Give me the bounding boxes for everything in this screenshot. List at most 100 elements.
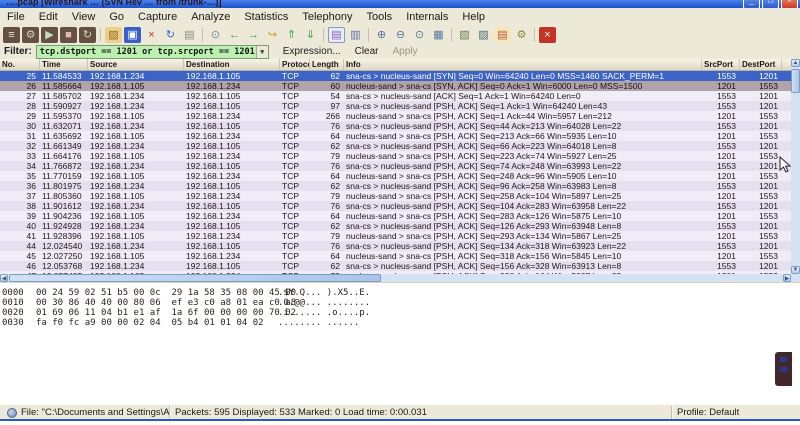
column-header-dstport[interactable]: DestPort: [740, 59, 782, 70]
packet-row-39[interactable]: 3911.904236192.168.1.105192.168.1.234TCP…: [0, 211, 791, 221]
menu-go[interactable]: Go: [102, 8, 131, 25]
menu-help[interactable]: Help: [455, 8, 492, 25]
find-packet-icon[interactable]: ⊙: [207, 27, 224, 43]
display-filter-icon[interactable]: ▨: [475, 27, 492, 43]
zoom-100-icon[interactable]: ⊙: [411, 27, 428, 43]
scroll-right-button[interactable]: ▶: [783, 274, 791, 282]
menu-tools[interactable]: Tools: [360, 8, 400, 25]
packet-row-41[interactable]: 4111.928396192.168.1.105192.168.1.234TCP…: [0, 231, 791, 241]
packet-row-44[interactable]: 4412.024540192.168.1.234192.168.1.105TCP…: [0, 241, 791, 251]
packet-row-40[interactable]: 4011.924928192.168.1.234192.168.1.105TCP…: [0, 221, 791, 231]
go-back-icon[interactable]: ←: [226, 27, 243, 43]
packet-row-38[interactable]: 3811.901612192.168.1.234192.168.1.105TCP…: [0, 201, 791, 211]
packet-row-35[interactable]: 3511.770159192.168.1.105192.168.1.234TCP…: [0, 171, 791, 181]
menu-view[interactable]: View: [65, 8, 103, 25]
scroll-left-button[interactable]: ◀: [0, 274, 8, 282]
packet-row-28[interactable]: 2811.590927192.168.1.234192.168.1.105TCP…: [0, 101, 791, 111]
column-header-info[interactable]: Info: [344, 59, 702, 70]
menu-file[interactable]: File: [0, 8, 32, 25]
packet-row-46[interactable]: 4612.053768192.168.1.234192.168.1.105TCP…: [0, 261, 791, 271]
packet-bytes-pane[interactable]: 000000 24 59 02 51 b5 00 0c 29 1a 58 35 …: [0, 282, 800, 342]
open-file-icon[interactable]: ▨: [105, 27, 122, 43]
column-header-src[interactable]: Source: [88, 59, 184, 70]
coloring-rules-icon[interactable]: ▤: [494, 27, 511, 43]
minimize-button[interactable]: _: [743, 0, 760, 8]
packet-row-31[interactable]: 3111.635692192.168.1.105192.168.1.234TCP…: [0, 131, 791, 141]
maximize-button[interactable]: □: [762, 0, 779, 8]
packet-row-34[interactable]: 3411.766872192.168.1.234192.168.1.105TCP…: [0, 161, 791, 171]
hex-line-0000[interactable]: 000000 24 59 02 51 b5 00 0c 29 1a 58 35 …: [0, 288, 800, 298]
print-icon[interactable]: ▤: [181, 27, 198, 43]
help-icon[interactable]: ×: [539, 27, 556, 43]
column-header-no[interactable]: No.: [0, 59, 40, 70]
horizontal-scrollbar[interactable]: ◀ ▶: [0, 274, 791, 282]
hex-ascii: .i...... .o....p.: [278, 308, 370, 318]
status-profile-section[interactable]: Profile: Default: [672, 406, 800, 419]
zoom-in-icon[interactable]: ⊕: [373, 27, 390, 43]
column-header-len[interactable]: Length: [310, 59, 344, 70]
column-header-dst[interactable]: Destination: [184, 59, 280, 70]
packet-row-25[interactable]: 2511.584533192.168.1.234192.168.1.105TCP…: [0, 71, 791, 81]
column-header-proto[interactable]: Protocol: [280, 59, 310, 70]
close-file-icon[interactable]: ×: [143, 27, 160, 43]
packet-row-45[interactable]: 4512.027250192.168.1.105192.168.1.234TCP…: [0, 251, 791, 261]
go-to-top-icon[interactable]: ⇑: [283, 27, 300, 43]
capture-stop-icon[interactable]: ■: [60, 27, 77, 43]
capture-start-icon[interactable]: ▶: [41, 27, 58, 43]
expression-button[interactable]: Expression...: [283, 46, 341, 57]
scroll-up-button[interactable]: ▲: [791, 59, 800, 67]
save-file-icon[interactable]: ▣: [124, 27, 141, 43]
column-header-srcport[interactable]: SrcPort: [702, 59, 740, 70]
hex-line-0020[interactable]: 002001 69 06 11 04 b1 e1 af 1a 6f 00 00 …: [0, 308, 800, 318]
cell-dst: 192.168.1.105: [184, 181, 280, 191]
preferences-icon[interactable]: ⚙: [513, 27, 530, 43]
menu-analyze[interactable]: Analyze: [184, 8, 237, 25]
capture-options-icon[interactable]: ⚙: [22, 27, 39, 43]
expert-info-icon[interactable]: [7, 408, 17, 418]
packet-row-30[interactable]: 3011.632071192.168.1.234192.168.1.105TCP…: [0, 121, 791, 131]
hex-ascii: ........ ......: [278, 318, 359, 328]
go-forward-icon[interactable]: →: [245, 27, 262, 43]
filter-dropdown-icon[interactable]: ▼: [256, 46, 268, 58]
resize-columns-icon[interactable]: ▦: [430, 27, 447, 43]
capture-restart-icon[interactable]: ↻: [79, 27, 96, 43]
cell-dstport: 1201: [740, 241, 782, 251]
packet-row-33[interactable]: 3311.664176192.168.1.105192.168.1.234TCP…: [0, 151, 791, 161]
packet-row-36[interactable]: 3611.801975192.168.1.234192.168.1.105TCP…: [0, 181, 791, 191]
menu-edit[interactable]: Edit: [32, 8, 65, 25]
menu-internals[interactable]: Internals: [399, 8, 455, 25]
menu-telephony[interactable]: Telephony: [295, 8, 359, 25]
zoom-out-icon[interactable]: ⊖: [392, 27, 409, 43]
packet-row-27[interactable]: 2711.585702192.168.1.234192.168.1.105TCP…: [0, 91, 791, 101]
packet-row-32[interactable]: 3211.661349192.168.1.234192.168.1.105TCP…: [0, 141, 791, 151]
capture-filter-icon[interactable]: ▧: [456, 27, 473, 43]
cell-len: 62: [310, 221, 344, 231]
apply-button[interactable]: Apply: [393, 46, 418, 57]
filter-input[interactable]: tcp.dstport == 1201 or tcp.srcport == 12…: [36, 45, 269, 59]
vertical-scroll-thumb[interactable]: [791, 69, 800, 93]
auto-scroll-icon[interactable]: ▥: [347, 27, 364, 43]
colorize-icon[interactable]: ▤: [328, 27, 345, 43]
menu-capture[interactable]: Capture: [131, 8, 184, 25]
cell-dstport: 1201: [740, 141, 782, 151]
column-header-time[interactable]: Time: [40, 59, 88, 70]
vertical-scrollbar[interactable]: ▲ ▼: [791, 59, 800, 274]
hex-line-0010[interactable]: 001000 30 86 40 40 00 80 06 ef e3 c0 a8 …: [0, 298, 800, 308]
go-to-packet-icon[interactable]: ↪: [264, 27, 281, 43]
scroll-down-button[interactable]: ▼: [791, 266, 800, 274]
packet-row-29[interactable]: 2911.595370192.168.1.105192.168.1.234TCP…: [0, 111, 791, 121]
status-file-section[interactable]: File: "C:\Documents and Settings\Adminis…: [0, 406, 170, 419]
reload-icon[interactable]: ↻: [162, 27, 179, 43]
clear-button[interactable]: Clear: [355, 46, 379, 57]
cell-proto: TCP: [280, 221, 310, 231]
cell-no: 26: [0, 81, 40, 91]
interface-list-icon[interactable]: ≡: [3, 27, 20, 43]
packet-row-26[interactable]: 2611.585664192.168.1.105192.168.1.234TCP…: [0, 81, 791, 91]
packet-row-37[interactable]: 3711.805360192.168.1.105192.168.1.234TCP…: [0, 191, 791, 201]
hex-line-0030[interactable]: 0030fa f0 fc a9 00 00 02 04 05 b4 01 01 …: [0, 318, 800, 328]
menu-statistics[interactable]: Statistics: [237, 8, 295, 25]
toolbar-separator: [100, 28, 101, 42]
horizontal-scroll-thumb[interactable]: [9, 274, 381, 282]
close-button[interactable]: ×: [781, 0, 798, 8]
go-to-bottom-icon[interactable]: ⇓: [302, 27, 319, 43]
